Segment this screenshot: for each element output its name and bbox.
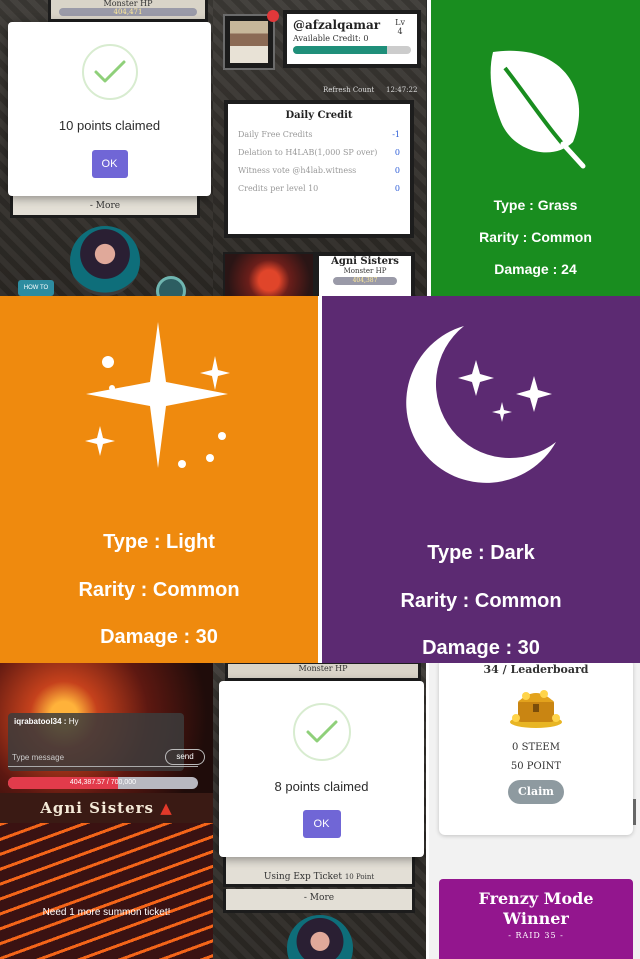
raid-label: - RAID 35 - bbox=[508, 931, 564, 940]
boss-name: Agni Sisters bbox=[331, 256, 399, 267]
boss-preview[interactable]: Agni Sisters Monster HP 404,387 bbox=[223, 252, 426, 296]
daily-credit-row: Witness vote @h4lab.witness 0 bbox=[238, 165, 400, 176]
damage-label: Damage : 24 bbox=[494, 261, 577, 277]
leaderboard-reward-card: 34 / Leaderboard 0 STEEM 50 POINT Claim bbox=[439, 663, 633, 835]
claim-message: 8 points claimed bbox=[274, 779, 369, 794]
daily-credit-row: Delation to H4LAB(1,000 SP over) 0 bbox=[238, 147, 400, 158]
profile-header: @afzalqamar Lv 4 Available Credit: 0 Ref… bbox=[223, 10, 426, 94]
rarity-label: Rarity : Common bbox=[78, 579, 240, 601]
point-reward: 50 POINT bbox=[510, 761, 562, 772]
type-label: Type : Dark bbox=[427, 542, 535, 564]
points-claimed-modal: 10 points claimed OK bbox=[8, 22, 211, 196]
fire-icon: ▲ bbox=[160, 799, 173, 817]
row-value: 0 bbox=[394, 148, 400, 157]
lava-background bbox=[0, 823, 213, 959]
row-label[interactable]: Delation to H4LAB(1,000 SP over) bbox=[238, 147, 377, 158]
user-card: @afzalqamar Lv 4 Available Credit: 0 bbox=[283, 10, 421, 68]
leaderboard-screen: 34 / Leaderboard 0 STEEM 50 POINT Claim … bbox=[426, 663, 640, 959]
boss-hp-bar: 404,387.57 / 700,000 bbox=[8, 777, 198, 789]
rarity-label: Rarity : Common bbox=[479, 229, 592, 245]
frenzy-line-1: Frenzy Mode bbox=[478, 889, 594, 908]
ok-button[interactable]: OK bbox=[91, 150, 128, 178]
monster-hp-label: Monster HP bbox=[103, 0, 153, 8]
chat-user: iqrabatool34 : bbox=[14, 717, 67, 726]
boss-image bbox=[223, 252, 315, 296]
leaf-icon bbox=[490, 50, 586, 169]
daily-credit-row: Credits per level 10 0 bbox=[238, 183, 400, 194]
leaderboard-title: 34 / Leaderboard bbox=[483, 663, 589, 676]
crescent-moon-stars-icon bbox=[406, 326, 556, 483]
row-value: -1 bbox=[392, 130, 400, 139]
row-label: Daily Free Credits bbox=[238, 130, 313, 139]
collage: Monster HP 404,471 - More HOW TO PLAY 10… bbox=[0, 0, 640, 959]
avatar-frame[interactable] bbox=[223, 14, 275, 70]
claim-screen-top-left: Monster HP 404,471 - More HOW TO PLAY 10… bbox=[0, 0, 213, 296]
level-value: 4 bbox=[397, 27, 403, 36]
character-avatar[interactable] bbox=[287, 915, 353, 959]
username: @afzalqamar bbox=[293, 18, 381, 32]
available-credit: Available Credit: 0 bbox=[293, 34, 369, 43]
more-link[interactable]: - More bbox=[223, 889, 415, 913]
type-label: Type : Light bbox=[103, 531, 215, 553]
row-value: 0 bbox=[394, 184, 400, 193]
claim-screen-bottom-middle: Monster HP Using Exp Ticket 10 Point - M… bbox=[213, 663, 426, 959]
notification-dot-icon[interactable] bbox=[267, 10, 279, 22]
credit-progress-bar bbox=[293, 46, 411, 54]
type-label: Type : Grass bbox=[493, 197, 578, 213]
points-claimed-modal: 8 points claimed OK bbox=[219, 681, 424, 857]
character-avatar[interactable] bbox=[70, 226, 140, 296]
how-to-play-button[interactable]: HOW TO PLAY bbox=[18, 280, 54, 296]
sparkle-star-icon bbox=[85, 322, 230, 468]
monster-hp-strip: Monster HP 404,471 bbox=[48, 0, 208, 22]
claim-message: 10 points claimed bbox=[58, 118, 161, 133]
send-button[interactable]: send bbox=[165, 749, 205, 765]
raid-chat-screen: iqrabatool34 : Hy Type message send 404,… bbox=[0, 663, 213, 959]
row-label: Credits per level 10 bbox=[238, 184, 319, 193]
boss-title-text: Agni Sisters bbox=[40, 799, 154, 817]
success-check-icon bbox=[292, 703, 351, 761]
credit-progress-fill bbox=[293, 46, 388, 54]
boss-hp-label: Monster HP bbox=[343, 267, 387, 275]
grass-type-card: Type : Grass Rarity : Common Damage : 24 bbox=[427, 0, 640, 296]
rarity-label: Rarity : Common bbox=[400, 590, 562, 612]
daily-credit-title: Daily Credit bbox=[285, 110, 353, 121]
frenzy-line-2: Winner bbox=[503, 909, 569, 928]
frenzy-mode-banner: Frenzy Mode Winner - RAID 35 - bbox=[439, 879, 633, 959]
treasure-chest-icon bbox=[510, 690, 562, 728]
level-label: Lv bbox=[395, 18, 405, 27]
profile-daily-credit-screen: @afzalqamar Lv 4 Available Credit: 0 Ref… bbox=[213, 0, 426, 296]
scrollbar[interactable] bbox=[633, 799, 636, 825]
summon-ticket-notice: Need 1 more summon ticket! bbox=[42, 907, 171, 918]
claim-button[interactable]: Claim bbox=[508, 780, 564, 804]
dark-type-card: Type : Dark Rarity : Common Damage : 30 bbox=[318, 296, 640, 663]
success-check-icon bbox=[81, 44, 138, 100]
monster-hp-strip: Monster HP bbox=[225, 663, 421, 681]
avatar bbox=[230, 21, 268, 63]
frenzy-title: Frenzy Mode Winner bbox=[439, 889, 633, 929]
daily-credit-row: Daily Free Credits -1 bbox=[238, 129, 400, 140]
chat-text: Hy bbox=[68, 717, 79, 726]
ok-button[interactable]: OK bbox=[302, 810, 341, 838]
boss-hp-bar: 404,387 bbox=[332, 277, 398, 285]
row-label[interactable]: Witness vote @h4lab.witness bbox=[238, 165, 356, 176]
damage-label: Damage : 30 bbox=[100, 626, 218, 648]
level-badge: Lv 4 bbox=[395, 18, 405, 36]
damage-label: Damage : 30 bbox=[422, 637, 540, 659]
light-type-card: Type : Light Rarity : Common Damage : 30 bbox=[0, 296, 318, 663]
boss-title: Agni Sisters ▲ bbox=[0, 799, 213, 817]
boss-hp-text: 404,387.57 / 700,000 bbox=[69, 779, 137, 786]
refresh-count-label[interactable]: Refresh Count bbox=[323, 86, 374, 94]
steem-reward: 0 STEEM bbox=[512, 742, 560, 753]
chat-message: iqrabatool34 : Hy bbox=[14, 717, 178, 726]
row-value: 0 bbox=[394, 166, 400, 175]
daily-credit-panel: Daily Credit Daily Free Credits -1 Delat… bbox=[224, 100, 414, 238]
exp-ticket-point: 10 Point bbox=[344, 873, 375, 881]
monster-hp-bar: 404,471 bbox=[58, 8, 198, 16]
summon-ring-icon[interactable] bbox=[156, 276, 186, 296]
boss-card: Agni Sisters Monster HP 404,387 bbox=[315, 252, 415, 296]
timer: 12:47:22 bbox=[386, 86, 418, 94]
exp-ticket-label: Using Exp Ticket bbox=[263, 872, 342, 882]
